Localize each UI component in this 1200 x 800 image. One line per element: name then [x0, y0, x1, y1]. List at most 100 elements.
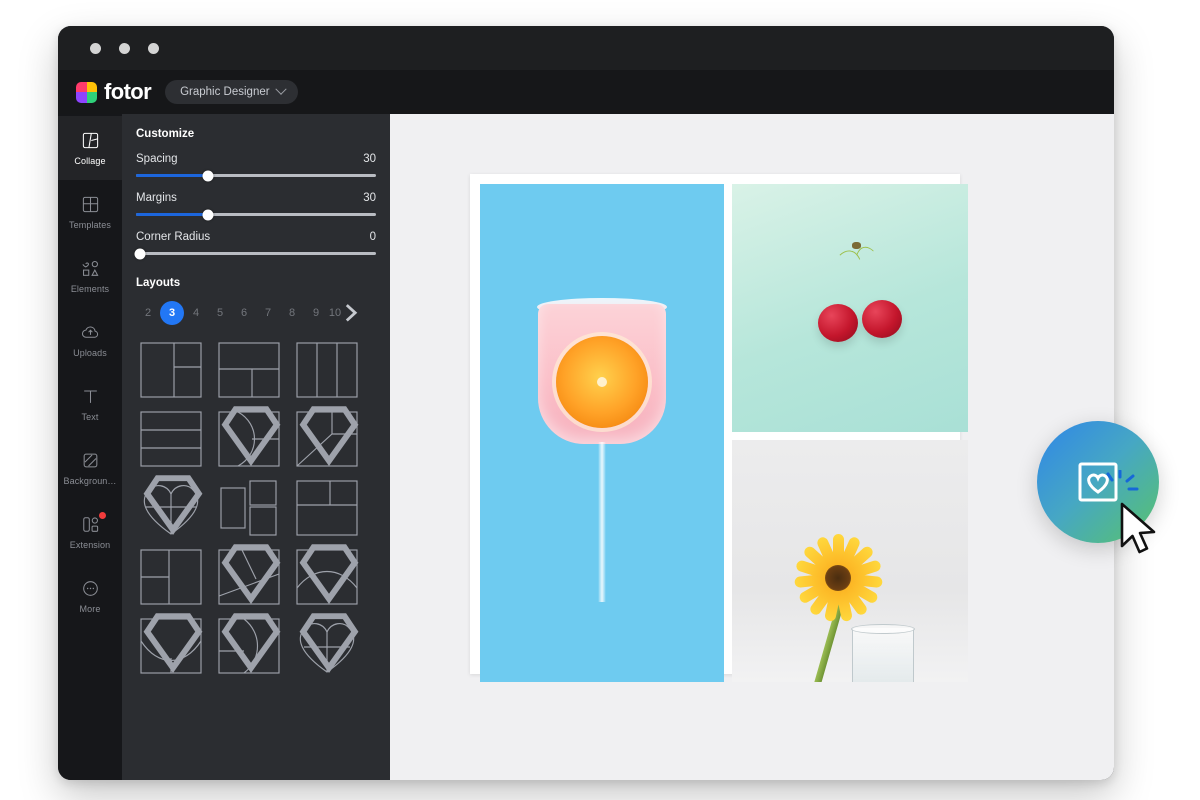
- app-header: fotor Graphic Designer: [58, 70, 1114, 114]
- gerbera-photo[interactable]: [732, 440, 968, 682]
- sidebar-item-collage[interactable]: Collage: [58, 116, 122, 180]
- brand-name: fotor: [104, 79, 152, 104]
- cocktail-glass-photo[interactable]: [480, 184, 724, 682]
- extension-icon: [82, 516, 98, 532]
- workspace-label: Graphic Designer: [180, 86, 270, 98]
- premium-gem-icon: [299, 406, 359, 466]
- sidebar-item-background[interactable]: Backgroun…: [58, 436, 122, 500]
- sidebar-item-label: Uploads: [73, 347, 107, 358]
- maximize-button[interactable]: [148, 43, 159, 54]
- sidebar-rail: Collage Templates Elements Uploads Text …: [58, 114, 122, 780]
- sidebar-item-label: Elements: [70, 283, 110, 294]
- premium-gem-icon: [143, 613, 203, 673]
- elements-icon: [82, 260, 98, 276]
- sidebar-item-templates[interactable]: Templates: [58, 180, 122, 244]
- layout-thumbnail[interactable]: [136, 408, 206, 470]
- layout-thumbnail[interactable]: [136, 613, 206, 677]
- corner-radius-slider-thumb[interactable]: [134, 248, 146, 259]
- corner-radius-control: Corner Radius 0: [134, 231, 376, 259]
- sidebar-item-label: Templates: [69, 219, 111, 230]
- premium-gem-icon: [221, 544, 281, 604]
- layout-thumbnail-grid: [136, 339, 376, 677]
- pager-number-2[interactable]: 2: [136, 301, 160, 325]
- chevron-down-icon: [274, 83, 287, 95]
- corner-radius-slider[interactable]: [134, 248, 376, 259]
- layout-thumbnail[interactable]: [214, 613, 284, 677]
- close-button[interactable]: [90, 43, 101, 54]
- spacing-control: Spacing 30: [136, 153, 376, 181]
- corner-radius-value: 0: [369, 231, 376, 243]
- app-body: Collage Templates Elements Uploads Text …: [58, 114, 1114, 780]
- minimize-button[interactable]: [119, 43, 130, 54]
- pager-number-6[interactable]: 6: [232, 301, 256, 325]
- sidebar-item-text[interactable]: Text: [58, 372, 122, 436]
- pager-number-7[interactable]: 7: [256, 301, 280, 325]
- editor-canvas[interactable]: [390, 114, 1114, 780]
- fotor-logo-icon: [76, 81, 97, 103]
- layout-count-pager: 2 3 4 5 6 7 8 9 10: [136, 301, 376, 325]
- spacing-slider[interactable]: [136, 170, 376, 181]
- notification-badge: [99, 512, 106, 519]
- margins-slider-thumb[interactable]: [202, 209, 214, 220]
- text-icon: [83, 389, 97, 403]
- premium-gem-icon: [221, 406, 281, 466]
- layout-thumbnail[interactable]: [292, 613, 362, 677]
- margins-control: Margins 30: [136, 192, 376, 220]
- pager-number-9[interactable]: 9: [304, 301, 328, 325]
- collage-artboard[interactable]: [470, 174, 968, 682]
- layout-thumbnail[interactable]: [292, 339, 362, 401]
- templates-icon: [82, 196, 98, 212]
- margins-value: 30: [363, 192, 376, 204]
- screenshot-root: fotor Graphic Designer Collage Templates…: [0, 0, 1200, 800]
- sidebar-item-uploads[interactable]: Uploads: [58, 308, 122, 372]
- layout-thumbnail[interactable]: [136, 475, 206, 539]
- premium-gem-icon: [221, 613, 281, 673]
- collage-icon: [82, 132, 98, 148]
- corner-radius-label: Corner Radius: [136, 231, 211, 243]
- spacing-label: Spacing: [136, 153, 178, 165]
- spacing-value: 30: [363, 153, 376, 165]
- mouse-pointer-icon: [1120, 502, 1156, 554]
- layout-thumbnail[interactable]: [136, 339, 206, 401]
- premium-gem-icon: [299, 613, 359, 673]
- pager-number-8[interactable]: 8: [280, 301, 304, 325]
- margins-label: Margins: [136, 192, 177, 204]
- sidebar-item-label: Text: [81, 411, 99, 422]
- layout-thumbnail[interactable]: [292, 406, 362, 470]
- sidebar-item-label: Extension: [69, 539, 111, 550]
- sidebar-item-label: More: [79, 603, 101, 614]
- traffic-lights: [90, 43, 159, 54]
- layout-thumbnail[interactable]: [214, 406, 284, 470]
- more-dots-icon: [82, 580, 98, 596]
- chevron-right-icon: [345, 304, 358, 322]
- premium-gem-icon: [143, 475, 203, 535]
- background-icon: [83, 453, 97, 467]
- pager-number-10[interactable]: 10: [328, 301, 342, 325]
- layouts-title: Layouts: [136, 277, 181, 289]
- pager-next-button[interactable]: [344, 304, 358, 322]
- layout-thumbnail[interactable]: [136, 546, 206, 608]
- spacing-slider-thumb[interactable]: [202, 170, 214, 181]
- sidebar-item-elements[interactable]: Elements: [58, 244, 122, 308]
- cherries-photo[interactable]: [732, 184, 968, 432]
- layout-thumbnail[interactable]: [214, 544, 284, 608]
- pager-number-4[interactable]: 4: [184, 301, 208, 325]
- pager-number-3[interactable]: 3: [160, 301, 184, 325]
- customize-title: Customize: [136, 128, 195, 140]
- layout-thumbnail[interactable]: [292, 477, 362, 539]
- pager-number-5[interactable]: 5: [208, 301, 232, 325]
- layout-thumbnail[interactable]: [214, 339, 284, 401]
- upload-cloud-icon: [81, 325, 98, 338]
- sidebar-item-label: Collage: [74, 155, 106, 166]
- premium-gem-icon: [299, 544, 359, 604]
- sidebar-item-more[interactable]: More: [58, 564, 122, 628]
- brand-logo[interactable]: fotor: [76, 79, 152, 104]
- margins-slider[interactable]: [136, 209, 376, 220]
- sidebar-item-label: Backgroun…: [63, 475, 117, 486]
- sidebar-item-extension[interactable]: Extension: [58, 500, 122, 564]
- layout-thumbnail[interactable]: [292, 544, 362, 608]
- workspace-switcher[interactable]: Graphic Designer: [165, 80, 298, 104]
- app-window: fotor Graphic Designer Collage Templates…: [58, 26, 1114, 780]
- window-titlebar: [58, 26, 1114, 70]
- layout-thumbnail[interactable]: [214, 477, 284, 539]
